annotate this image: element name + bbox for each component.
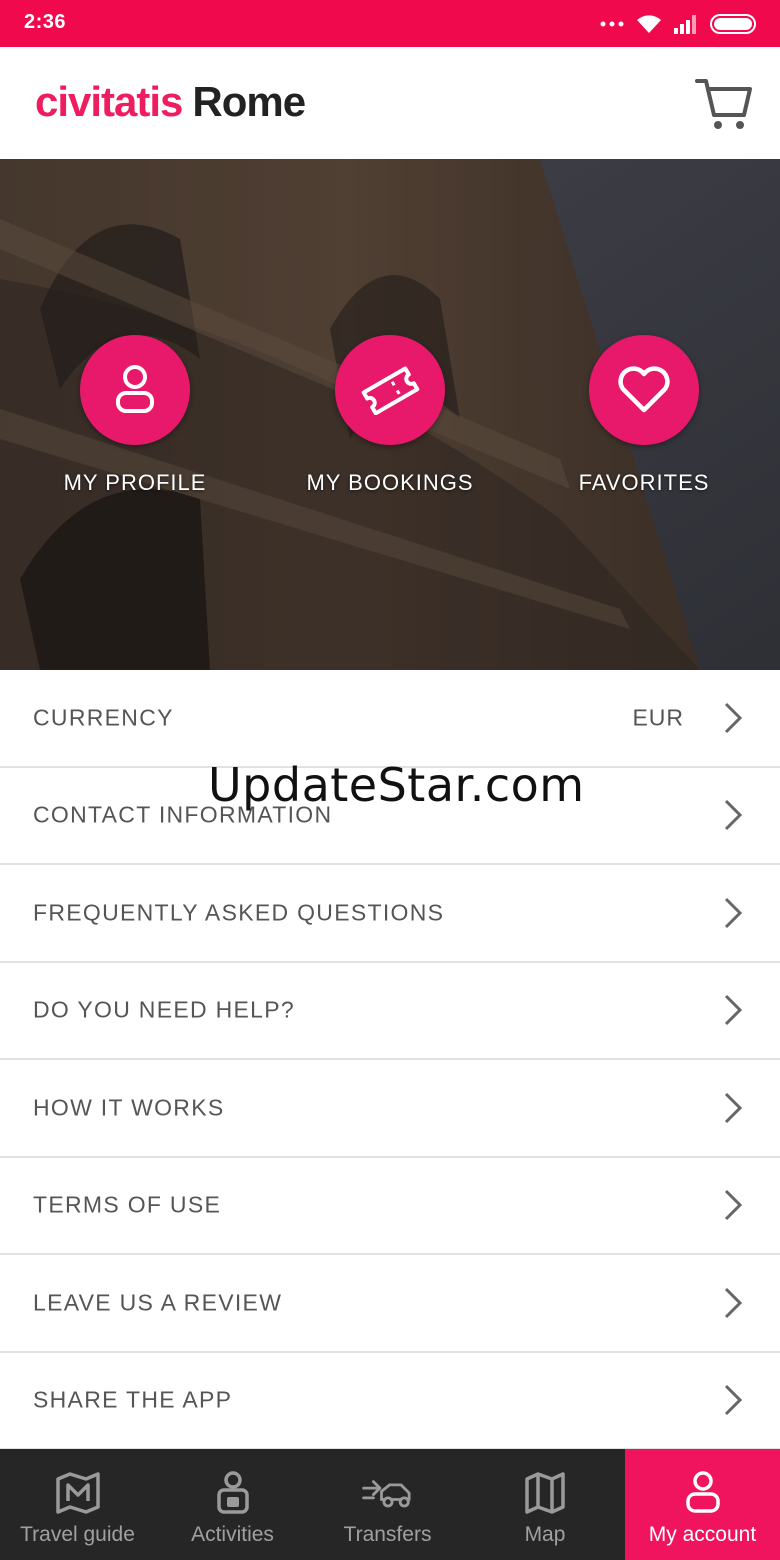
chevron-right-icon [724, 897, 743, 928]
my-bookings-shortcut[interactable]: MY BOOKINGS [265, 335, 515, 496]
transfer-icon [361, 1480, 411, 1508]
menu-item-label: TERMS OF USE [33, 1191, 222, 1218]
cart-icon [695, 79, 752, 129]
my-profile-button[interactable] [80, 335, 190, 445]
account-icon [685, 1471, 720, 1513]
menu-item-leave-review[interactable]: LEAVE US A REVIEW [0, 1255, 780, 1353]
chevron-right-icon [724, 1385, 743, 1416]
civitatis-logo: civitatis [35, 78, 183, 125]
more-dots-icon [600, 20, 624, 28]
cart-button[interactable] [694, 73, 754, 133]
heart-icon [618, 366, 670, 413]
my-bookings-button[interactable] [335, 335, 445, 445]
menu-item-label: CURRENCY [33, 704, 174, 731]
menu-item-share-app[interactable]: SHARE THE APP [0, 1352, 780, 1450]
nav-activities[interactable]: Activities [155, 1449, 310, 1560]
watermark: UpdateStar.com [208, 758, 585, 812]
menu-item-label: SHARE THE APP [33, 1386, 233, 1413]
chevron-right-icon [724, 702, 743, 733]
app-header: civitatis Rome [0, 47, 780, 159]
nav-label: My account [648, 1523, 757, 1546]
chevron-right-icon [724, 1287, 743, 1318]
menu-item-currency[interactable]: CURRENCY EUR [0, 670, 780, 768]
nav-map[interactable]: Map [465, 1449, 625, 1560]
menu-item-label: LEAVE US A REVIEW [33, 1289, 283, 1316]
nav-my-account[interactable]: My account [625, 1449, 780, 1560]
menu-item-label: FREQUENTLY ASKED QUESTIONS [33, 899, 445, 926]
wifi-icon [636, 13, 662, 35]
status-bar: 2:36 [0, 0, 780, 47]
my-bookings-label: MY BOOKINGS [306, 470, 474, 495]
chevron-right-icon [724, 1190, 743, 1221]
nav-transfers[interactable]: Transfers [310, 1449, 465, 1560]
battery-icon [710, 13, 758, 35]
ticket-icon [361, 366, 420, 415]
menu-item-terms-of-use[interactable]: TERMS OF USE [0, 1157, 780, 1255]
hero-banner: MY PROFILE MY BOOKINGS FAVORITES [0, 159, 780, 670]
chevron-right-icon [724, 1092, 743, 1123]
nav-label: Activities [191, 1523, 274, 1546]
user-icon [116, 365, 154, 413]
currency-value: EUR [632, 704, 684, 731]
status-time: 2:36 [24, 11, 67, 33]
favorites-button[interactable] [589, 335, 699, 445]
nav-label: Map [524, 1523, 566, 1546]
nav-label: Transfers [343, 1523, 432, 1546]
chevron-right-icon [724, 995, 743, 1026]
menu-item-label: DO YOU NEED HELP? [33, 996, 295, 1023]
menu-item-how-it-works[interactable]: HOW IT WORKS [0, 1060, 780, 1158]
my-profile-shortcut[interactable]: MY PROFILE [10, 335, 260, 496]
my-profile-label: MY PROFILE [63, 470, 207, 495]
activities-icon [216, 1471, 249, 1514]
chevron-right-icon [724, 800, 743, 831]
nav-label: Travel guide [20, 1523, 135, 1546]
bottom-nav: Travel guide Activities Transfers Map My… [0, 1449, 780, 1560]
map-guide-icon [55, 1472, 100, 1514]
favorites-label: FAVORITES [578, 470, 710, 495]
menu-item-label: HOW IT WORKS [33, 1094, 225, 1121]
city-name: Rome [192, 78, 306, 125]
favorites-shortcut[interactable]: FAVORITES [519, 335, 769, 496]
status-icons [600, 10, 758, 38]
menu-item-help[interactable]: DO YOU NEED HELP? [0, 962, 780, 1060]
menu-item-faq[interactable]: FREQUENTLY ASKED QUESTIONS [0, 865, 780, 963]
brand-title: civitatis Rome [35, 77, 306, 127]
nav-travel-guide[interactable]: Travel guide [0, 1449, 155, 1560]
signal-icon [674, 14, 698, 34]
map-icon [525, 1472, 565, 1514]
